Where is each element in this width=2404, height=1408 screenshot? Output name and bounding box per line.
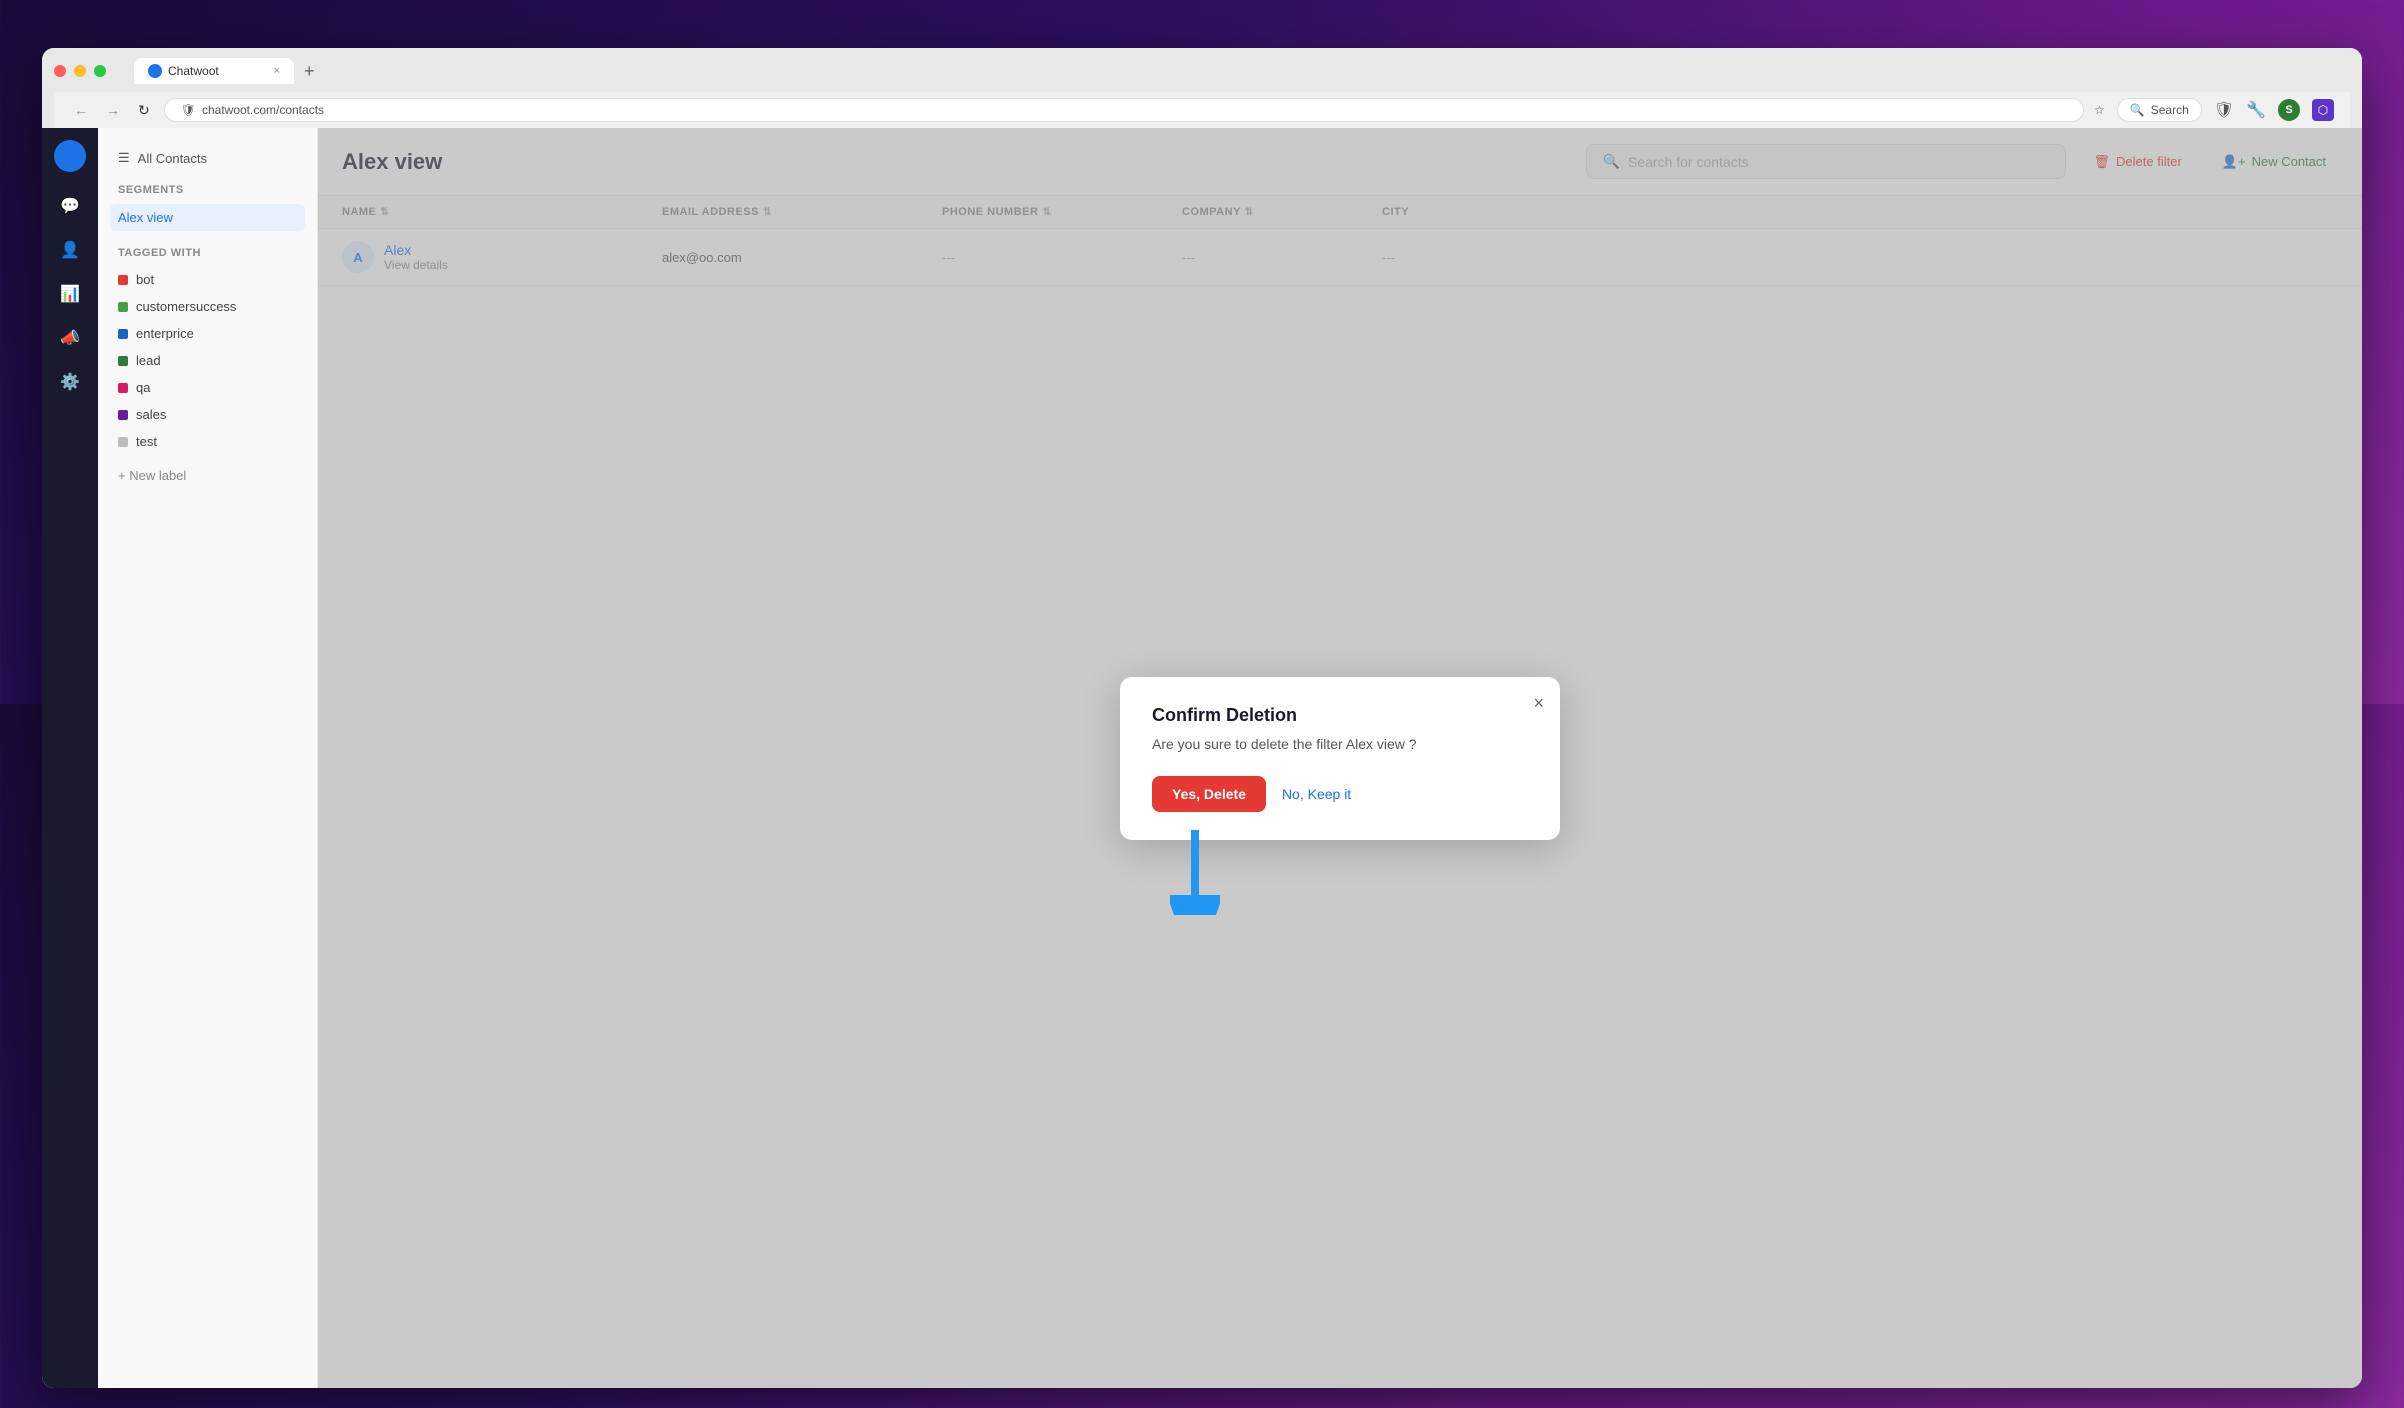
address-bar: ← → ↻ 🛡 chatwoot.com/contacts ☆ 🔍 Search… [54,92,2350,128]
address-field[interactable]: 🛡 chatwoot.com/contacts [164,98,2084,122]
label-dot-customersuccess [118,302,128,312]
new-label-button[interactable]: + New label [110,462,305,489]
tab-favicon [148,64,162,78]
shield-menu-icon[interactable]: 🛡 [2214,100,2234,120]
label-item-bot[interactable]: bot [110,267,305,292]
browser-tab[interactable]: Chatwoot × [134,58,294,84]
refresh-button[interactable]: ↻ [134,100,154,121]
modal-close-button[interactable]: × [1533,693,1544,714]
label-dot-qa [118,383,128,393]
segment-alex-view[interactable]: Alex view [110,204,305,231]
traffic-light-yellow[interactable] [74,65,86,77]
browser-chrome: Chatwoot × + ← → ↻ 🛡 chatwoot.com/contac… [42,48,2362,128]
label-name-test: test [136,434,157,449]
extension-icon[interactable]: ⬡ [2312,99,2334,121]
search-label: Search [2151,103,2189,117]
nav-icon-reports[interactable]: 📊 [52,276,88,312]
shield-icon: 🛡 [181,103,196,117]
back-button[interactable]: ← [70,100,92,120]
label-item-qa[interactable]: qa [110,375,305,400]
label-name-qa: qa [136,380,150,395]
label-dot-bot [118,275,128,285]
label-item-test[interactable]: test [110,429,305,454]
left-panel: ☰ All Contacts Segments Alex view Tagged… [98,128,318,1388]
label-item-lead[interactable]: lead [110,348,305,373]
icon-sidebar: 💬 👤 📊 📣 ⚙️ [42,128,98,1388]
label-dot-sales [118,410,128,420]
main-content: Alex view 🔍 Search for contacts 🗑 Delete… [318,128,2362,1388]
nav-icon-settings[interactable]: ⚙️ [52,364,88,400]
profile-icon[interactable]: S [2278,99,2300,121]
contacts-icon: ☰ [118,150,130,166]
confirm-delete-button[interactable]: Yes, Delete [1152,776,1266,812]
browser-controls: Chatwoot × + [54,58,2350,84]
label-item-sales[interactable]: sales [110,402,305,427]
label-name-lead: lead [136,353,161,368]
modal-overlay: × Confirm Deletion Are you sure to delet… [318,128,2362,1388]
modal-container: × Confirm Deletion Are you sure to delet… [1120,677,1560,840]
nav-icon-conversations[interactable]: 💬 [52,188,88,224]
tabs-row: Chatwoot × + [134,58,321,84]
tagged-section: Tagged with bot customersuccess enterpri… [110,247,305,489]
browser-search-area: ☆ 🔍 Search 🛡 🔧 S ⬡ [2094,98,2334,122]
search-icon: 🔍 [2130,103,2145,117]
label-dot-test [118,437,128,447]
tab-close-icon[interactable]: × [274,65,280,77]
nav-icon-campaigns[interactable]: 📣 [52,320,88,356]
label-item-enterprice[interactable]: enterprice [110,321,305,346]
confirm-deletion-modal: × Confirm Deletion Are you sure to delet… [1120,677,1560,840]
segments-section-title: Segments [110,184,305,196]
keep-it-button[interactable]: No, Keep it [1282,786,1351,802]
browser-search-box[interactable]: 🔍 Search [2117,98,2202,122]
tab-label: Chatwoot [168,64,219,78]
tagged-with-title: Tagged with [110,247,305,259]
all-contacts-label: All Contacts [138,151,207,166]
modal-actions: Yes, Delete No, Keep it [1152,776,1528,812]
label-dot-enterprice [118,329,128,339]
app-content: 💬 👤 📊 📣 ⚙️ ☰ All Contacts Segments Alex … [42,128,2362,1388]
label-name-sales: sales [136,407,166,422]
star-icon[interactable]: ☆ [2094,103,2105,117]
label-name-bot: bot [136,272,154,287]
label-name-customersuccess: customersuccess [136,299,236,314]
modal-body: Are you sure to delete the filter Alex v… [1152,736,1528,752]
label-item-customersuccess[interactable]: customersuccess [110,294,305,319]
modal-title: Confirm Deletion [1152,705,1528,726]
label-dot-lead [118,356,128,366]
wrench-icon[interactable]: 🔧 [2246,100,2266,120]
label-name-enterprice: enterprice [136,326,194,341]
app-logo [54,140,86,172]
forward-button[interactable]: → [102,100,124,120]
traffic-light-green[interactable] [94,65,106,77]
new-tab-button[interactable]: + [298,59,321,84]
nav-icon-contacts[interactable]: 👤 [52,232,88,268]
address-text: chatwoot.com/contacts [202,103,324,117]
traffic-light-red[interactable] [54,65,66,77]
all-contacts-link[interactable]: ☰ All Contacts [110,144,305,172]
cursor-arrow-indicator [1170,830,1220,920]
